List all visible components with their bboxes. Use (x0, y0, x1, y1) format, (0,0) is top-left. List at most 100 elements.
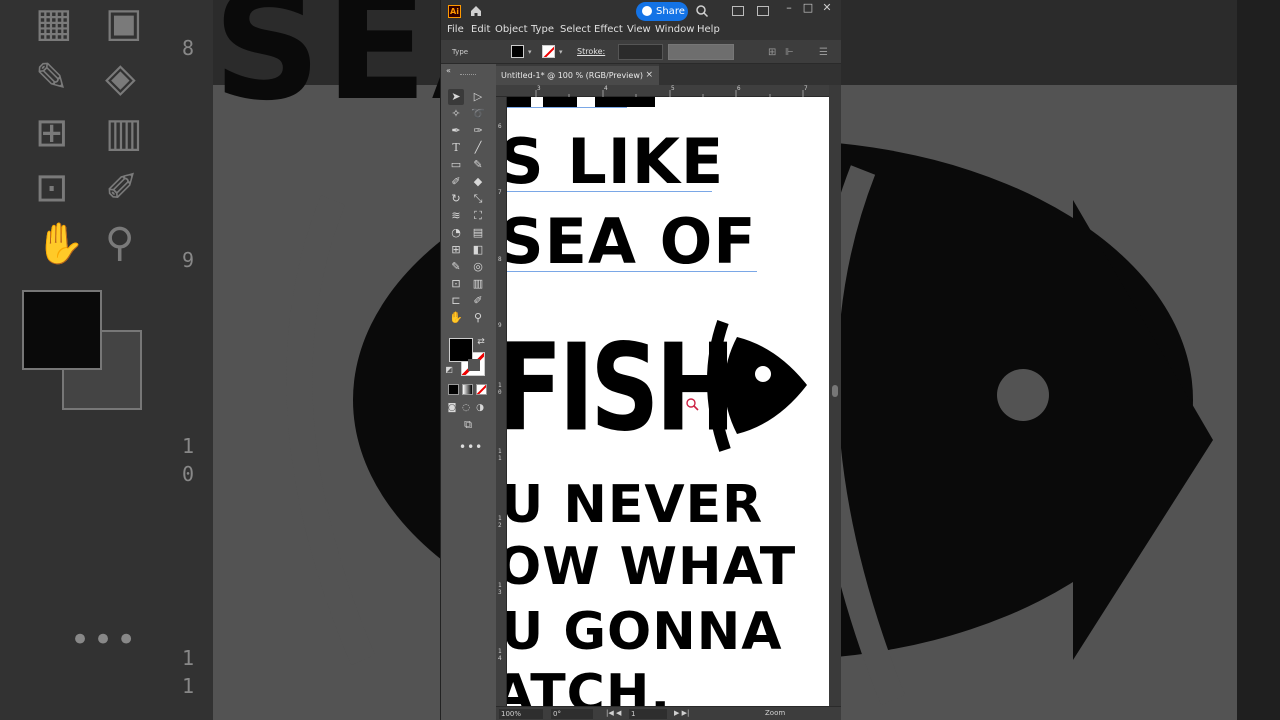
stroke-weight-field[interactable] (618, 44, 663, 60)
menu-object[interactable]: Object (495, 24, 528, 35)
vertical-scrollbar[interactable] (829, 85, 841, 706)
tab-strip (659, 64, 841, 85)
workspace-icon[interactable] (757, 6, 769, 16)
ruler-number: 4 (604, 85, 608, 92)
mesh-tool-icon[interactable]: ⊞ (448, 242, 464, 258)
style-field[interactable] (668, 44, 734, 60)
paintbrush-tool-icon[interactable]: ✎ (470, 157, 486, 173)
free-transform-tool-icon[interactable]: ⛶ (470, 208, 486, 224)
transform-icon[interactable]: ⊩ (785, 47, 794, 58)
artboard-number-field[interactable]: 1 (629, 709, 667, 719)
chevron-down-icon[interactable]: ▾ (528, 48, 532, 56)
rotation-field[interactable]: 0° (551, 709, 593, 719)
text-line[interactable]: S LIKE (507, 127, 724, 197)
screen-mode-icon[interactable]: ⧉ (458, 417, 478, 433)
vertical-ruler[interactable]: 6 7 8 9 1 0 1 1 1 2 1 3 1 4 (496, 97, 507, 706)
stroke-color-swatch[interactable] (542, 45, 555, 58)
eyedropper-tool-icon[interactable]: ✎ (448, 259, 464, 275)
align-icon[interactable]: ⊞ (768, 47, 776, 58)
hand-tool-icon[interactable]: ✋ (448, 310, 464, 326)
menu-effect[interactable]: Effect (594, 24, 623, 35)
menu-help[interactable]: Help (697, 24, 720, 35)
ruler-number: 3 (537, 85, 541, 92)
bg-symbol-icon: ⊞ (35, 110, 69, 156)
selection-tool-icon[interactable]: ➤ (448, 89, 464, 105)
lasso-tool-icon[interactable]: ➰ (470, 106, 486, 122)
text-line[interactable]: SEA OF (507, 207, 757, 277)
home-icon[interactable] (469, 4, 483, 18)
minimize-icon[interactable]: – (781, 1, 797, 14)
gradient-mode-icon[interactable] (462, 384, 473, 395)
stroke-label[interactable]: Stroke: (577, 47, 605, 56)
text-line[interactable]: ATCH. (507, 664, 671, 706)
symbol-sprayer-tool-icon[interactable]: ⊡ (448, 276, 464, 292)
scroll-thumb[interactable] (832, 385, 838, 397)
menu-bar: File Edit Object Type Select Effect View… (441, 22, 841, 40)
gradient-tool-icon[interactable]: ◧ (470, 242, 486, 258)
curvature-tool-icon[interactable]: ✑ (470, 123, 486, 139)
color-mode-icon[interactable] (448, 384, 459, 395)
arrange-documents-icon[interactable] (732, 6, 744, 16)
fill-color-swatch[interactable] (511, 45, 524, 58)
swap-colors-icon[interactable]: ⇄ (476, 334, 486, 350)
horizontal-ruler[interactable]: 3 4 5 6 7 (496, 85, 841, 97)
close-window-icon[interactable]: ✕ (819, 1, 835, 14)
line-tool-icon[interactable]: ╱ (470, 140, 486, 156)
collapse-icon[interactable]: « (446, 66, 451, 75)
menu-edit[interactable]: Edit (471, 24, 490, 35)
zoom-level-field[interactable]: 100% (499, 709, 543, 719)
text-line[interactable]: U NEVER (507, 475, 763, 535)
document-tab[interactable]: Untitled-1* @ 100 % (RGB/Preview) × (496, 64, 659, 85)
app-logo: Ai (448, 5, 461, 18)
status-bar: 100% 0° |◀ ◀ 1 ▶ ▶| Zoom (496, 706, 841, 720)
fish-word[interactable]: FISH (507, 307, 736, 470)
bg-hand-icon: ✋ (35, 221, 85, 267)
draw-inside-icon[interactable]: ◑ (474, 400, 486, 416)
bg-ruler-number: 1 0 (182, 434, 195, 486)
draw-behind-icon[interactable]: ◌ (460, 400, 472, 416)
current-tool-label: Zoom (765, 709, 786, 717)
shape-builder-tool-icon[interactable]: ◔ (448, 225, 464, 241)
direct-selection-tool-icon[interactable]: ▷ (470, 89, 486, 105)
illustrator-window: Ai Share – □ ✕ File Edit Object Type Sel… (440, 0, 841, 720)
draw-normal-icon[interactable]: ◙ (446, 400, 458, 416)
pen-tool-icon[interactable]: ✒ (448, 123, 464, 139)
eraser-tool-icon[interactable]: ◆ (470, 174, 486, 190)
artboard-tool-icon[interactable]: ⊏ (448, 293, 464, 309)
panel-menu-icon[interactable]: ☰ (819, 47, 828, 58)
scale-tool-icon[interactable]: ⤡ (470, 191, 486, 207)
blend-tool-icon[interactable]: ◎ (470, 259, 486, 275)
panel-grip[interactable] (460, 74, 476, 76)
text-line[interactable]: U GONNA (507, 602, 783, 662)
menu-select[interactable]: Select (560, 24, 591, 35)
bg-fill-swatch (22, 290, 102, 370)
text-line[interactable]: OW WHAT (507, 537, 796, 597)
menu-window[interactable]: Window (655, 24, 694, 35)
share-button[interactable]: Share (636, 2, 688, 21)
chevron-down-icon[interactable]: ▾ (559, 48, 563, 56)
first-artboard-icon[interactable]: |◀ ◀ (606, 709, 621, 717)
none-mode-icon[interactable] (476, 384, 487, 395)
warp-tool-icon[interactable]: ≋ (448, 208, 464, 224)
perspective-grid-tool-icon[interactable]: ▤ (470, 225, 486, 241)
type-tool-icon[interactable]: T (448, 140, 464, 156)
more-tools-icon[interactable]: ••• (459, 440, 483, 454)
close-tab-icon[interactable]: × (645, 66, 653, 85)
menu-view[interactable]: View (627, 24, 651, 35)
magic-wand-tool-icon[interactable]: ✧ (448, 106, 464, 122)
maximize-icon[interactable]: □ (800, 1, 816, 14)
zoom-tool-icon[interactable]: ⚲ (470, 310, 486, 326)
column-graph-tool-icon[interactable]: ▥ (470, 276, 486, 292)
slice-tool-icon[interactable]: ✐ (470, 293, 486, 309)
search-icon[interactable] (695, 4, 709, 18)
rectangle-tool-icon[interactable]: ▭ (448, 157, 464, 173)
ruler-ticks (535, 90, 804, 97)
rotate-tool-icon[interactable]: ↻ (448, 191, 464, 207)
artboard[interactable]: S LIKE SEA OF FISH U NEVER OW WHAT U GON… (507, 97, 829, 706)
menu-file[interactable]: File (447, 24, 464, 35)
ruler-number: 7 (498, 189, 502, 196)
menu-type[interactable]: Type (531, 24, 554, 35)
default-colors-icon[interactable]: ◩ (444, 362, 454, 378)
last-artboard-icon[interactable]: ▶ ▶| (674, 709, 689, 717)
shaper-tool-icon[interactable]: ✐ (448, 174, 464, 190)
